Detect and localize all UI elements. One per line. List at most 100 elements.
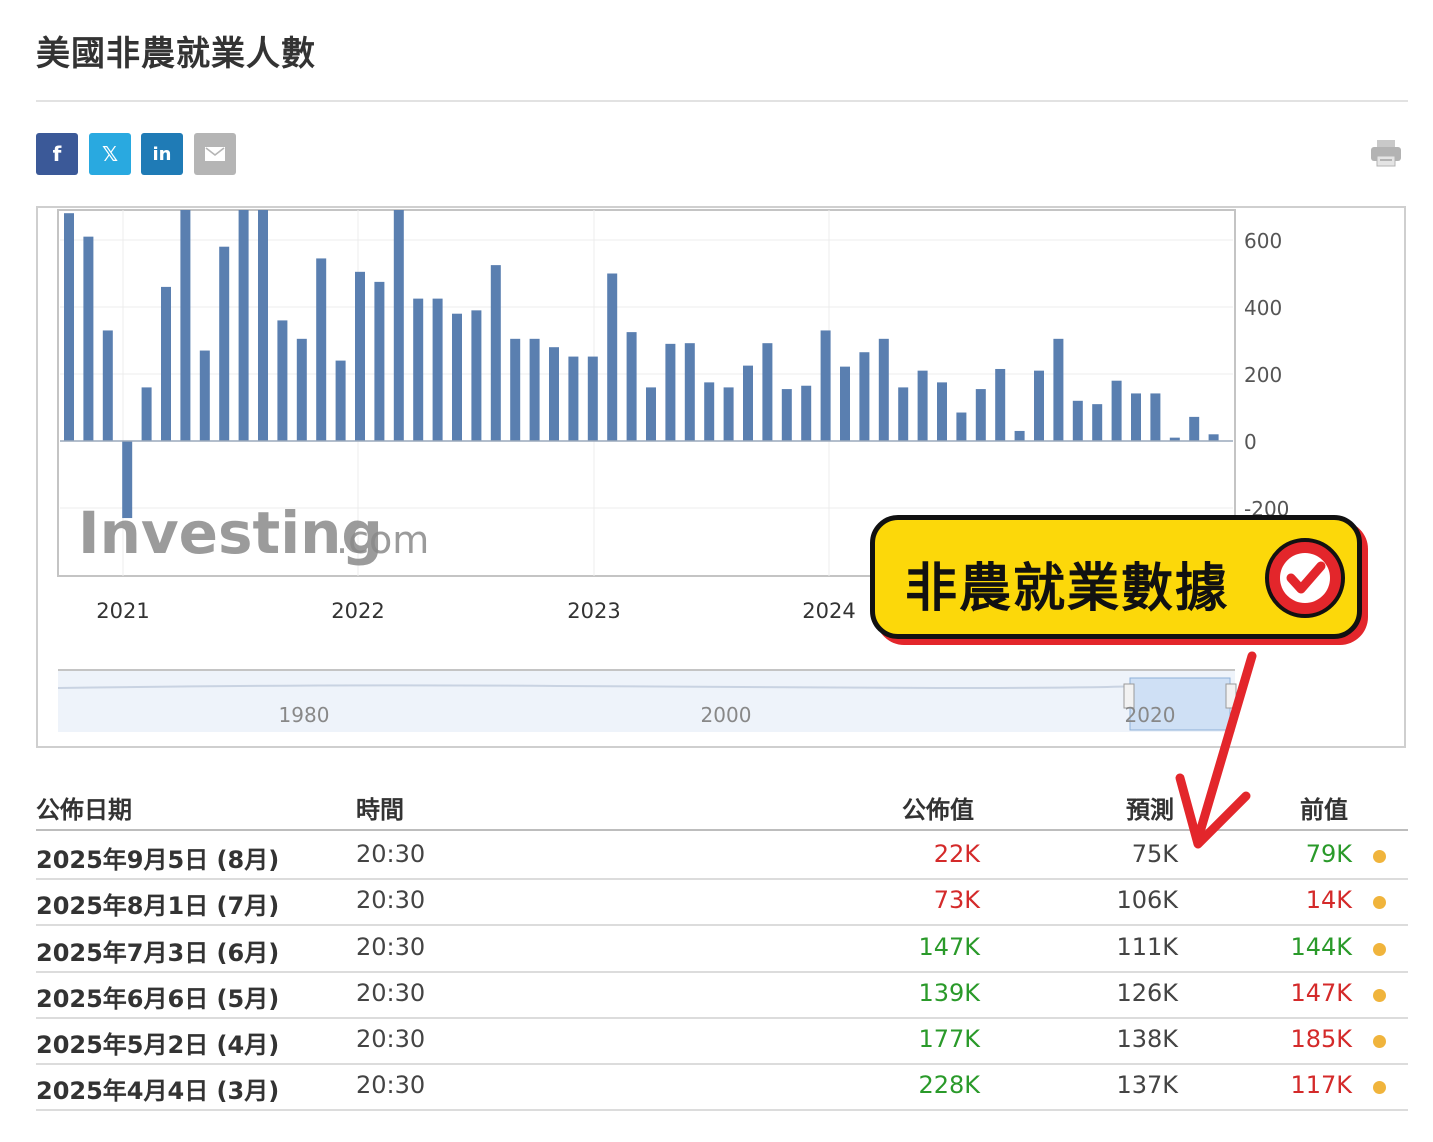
actual-value-cell: 73K	[933, 886, 980, 914]
chart-bar[interactable]	[1092, 404, 1103, 441]
release-date-cell: 2025年7月3日 (6月)	[36, 939, 280, 967]
chart-bar[interactable]	[471, 310, 482, 441]
chart-bar[interactable]	[762, 343, 773, 441]
importance-dot-icon	[1373, 850, 1386, 863]
chart-bar[interactable]	[335, 360, 346, 441]
release-time-cell: 20:30	[356, 979, 426, 1007]
chart-bar[interactable]	[238, 210, 249, 441]
chart-bar[interactable]	[83, 236, 94, 441]
chart-bar[interactable]	[587, 356, 598, 441]
chart-bar[interactable]	[704, 382, 715, 441]
envelope-icon	[205, 147, 225, 161]
chart-bar[interactable]	[898, 387, 909, 441]
chart-bar[interactable]	[1014, 430, 1025, 441]
chart-bar[interactable]	[743, 365, 753, 441]
chart-bar[interactable]	[141, 387, 152, 441]
importance-dot-icon	[1373, 989, 1386, 1002]
actual-value-cell: 177K	[918, 1025, 980, 1053]
email-share-button[interactable]	[194, 133, 236, 175]
table-row[interactable]: 2025年6月6日 (5月) 20:30 139K 126K 147K	[36, 971, 1408, 1019]
table-row[interactable]: 2025年8月1日 (7月) 20:30 73K 106K 14K	[36, 878, 1408, 926]
linkedin-share-button[interactable]: in	[141, 133, 183, 175]
forecast-value-cell: 137K	[1116, 1071, 1178, 1099]
chart-bar[interactable]	[529, 338, 540, 441]
y-tick-label: 200	[1244, 363, 1282, 387]
table-row[interactable]: 2025年7月3日 (6月) 20:30 147K 111K 144K	[36, 925, 1408, 973]
chart-bar[interactable]	[723, 387, 734, 441]
chart-bar[interactable]	[1111, 380, 1122, 441]
release-date-cell: 2025年4月4日 (3月)	[36, 1077, 280, 1105]
x-tick-label: 2022	[331, 599, 384, 623]
chart-bar[interactable]	[1208, 434, 1219, 441]
x-tick-label: 2023	[567, 599, 620, 623]
chart-bar[interactable]	[1131, 393, 1141, 441]
release-time-cell: 20:30	[356, 1071, 426, 1099]
chart-bar[interactable]	[161, 286, 171, 441]
chart-bar[interactable]	[956, 412, 967, 441]
chart-bar[interactable]	[665, 343, 676, 441]
chart-bar[interactable]	[820, 330, 831, 441]
chart-bar[interactable]	[277, 320, 288, 441]
previous-value-cell: 147K	[1290, 979, 1352, 1007]
chart-bar[interactable]	[199, 350, 210, 441]
chart-bar[interactable]	[995, 368, 1006, 441]
chart-bar[interactable]	[64, 213, 74, 441]
chart-bar[interactable]	[1053, 338, 1064, 441]
chart-bar[interactable]	[258, 210, 268, 441]
y-tick-label: 0	[1244, 430, 1257, 454]
chart-bar[interactable]	[549, 347, 559, 441]
navigator-track[interactable]	[58, 670, 1235, 732]
actual-value-cell: 228K	[918, 1071, 980, 1099]
chart-bar[interactable]	[801, 385, 812, 441]
chart-bar[interactable]	[393, 210, 404, 441]
release-date-cell: 2025年6月6日 (5月)	[36, 985, 280, 1013]
forecast-value-cell: 138K	[1116, 1025, 1178, 1053]
chart-bar[interactable]	[452, 313, 462, 441]
chart-bar[interactable]	[413, 298, 424, 441]
chart-bar[interactable]	[180, 210, 191, 441]
facebook-share-button[interactable]: f	[36, 133, 78, 175]
chart-bar[interactable]	[510, 338, 521, 441]
chart-bar[interactable]	[490, 265, 501, 441]
chart-bar[interactable]	[1150, 393, 1161, 441]
chart-bar[interactable]	[1072, 400, 1083, 441]
header-date: 公佈日期	[36, 796, 132, 824]
release-date-cell: 2025年9月5日 (8月)	[36, 846, 280, 874]
chart-bar[interactable]	[684, 343, 695, 441]
chart-bar[interactable]	[607, 273, 618, 442]
navigator-label: 2000	[701, 703, 752, 727]
chart-bar[interactable]	[296, 338, 307, 441]
chart-bar[interactable]	[646, 387, 656, 441]
previous-value-cell: 14K	[1305, 886, 1352, 914]
previous-value-cell: 79K	[1305, 840, 1352, 868]
chart-bar[interactable]	[374, 281, 385, 441]
header-actual: 公佈值	[902, 796, 974, 824]
chart-bar[interactable]	[1189, 416, 1200, 441]
printer-icon[interactable]	[1368, 136, 1404, 172]
release-date-cell: 2025年5月2日 (4月)	[36, 1031, 280, 1059]
chart-bar[interactable]	[568, 356, 579, 441]
chart-bar[interactable]	[937, 382, 947, 441]
chart-bar[interactable]	[626, 332, 637, 441]
chart-bar[interactable]	[840, 366, 850, 441]
chart-bar[interactable]	[878, 338, 889, 441]
twitter-share-button[interactable]: 𝕏	[89, 133, 131, 175]
chart-bar[interactable]	[975, 389, 986, 441]
x-tick-label: 2024	[802, 599, 855, 623]
chart-bar[interactable]	[781, 389, 792, 441]
chart-bar[interactable]	[917, 370, 928, 441]
chart-bar[interactable]	[102, 330, 113, 441]
badge-label: 非農就業數據	[905, 559, 1230, 619]
chart-bar[interactable]	[219, 246, 230, 441]
chart-bar[interactable]	[355, 271, 365, 441]
table-row[interactable]: 2025年5月2日 (4月) 20:30 177K 138K 185K	[36, 1017, 1408, 1065]
facebook-icon: f	[52, 142, 62, 166]
chart-bar[interactable]	[316, 258, 327, 441]
forecast-value-cell: 126K	[1116, 979, 1178, 1007]
chart-bar[interactable]	[432, 298, 443, 441]
chart-bar[interactable]	[859, 352, 870, 441]
highlight-badge: 非農就業數據	[870, 515, 1362, 639]
chart-bar[interactable]	[1034, 370, 1044, 441]
y-tick-label: 400	[1244, 296, 1282, 320]
table-row[interactable]: 2025年4月4日 (3月) 20:30 228K 137K 117K	[36, 1063, 1408, 1111]
